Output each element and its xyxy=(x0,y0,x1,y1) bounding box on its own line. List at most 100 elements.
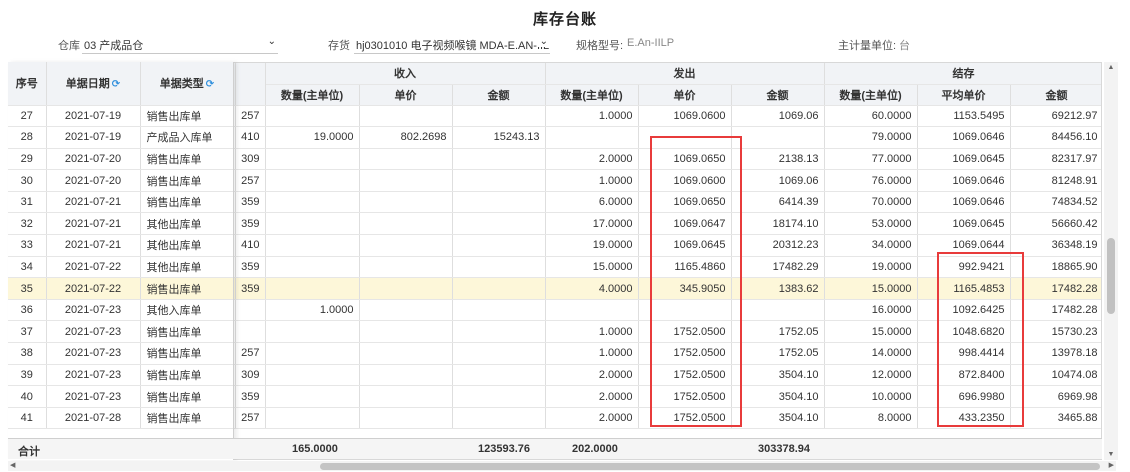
spec-label: 规格型号: xyxy=(576,40,624,52)
col-out-amount[interactable]: 金额 xyxy=(731,84,825,106)
scroll-left-icon[interactable]: ◀ xyxy=(10,461,15,469)
scroll-up-icon[interactable]: ▲ xyxy=(1104,64,1118,71)
cell-in-qty: 19.0000 xyxy=(265,126,360,149)
frozen-row[interactable]: 35 2021-07-22 销售出库单 xyxy=(8,277,233,300)
cell-bal-qty: 15.0000 xyxy=(824,320,918,344)
cell-code: 359 xyxy=(235,277,266,300)
frozen-row[interactable]: 31 2021-07-21 销售出库单 xyxy=(8,191,233,214)
vertical-scroll-thumb[interactable] xyxy=(1107,238,1115,314)
cell-out-amt: 3504.10 xyxy=(731,407,825,430)
cell-out-price: 1752.0500 xyxy=(638,385,732,408)
col-in-qty[interactable]: 数量(主单位) xyxy=(265,84,360,106)
totals-in-qty: 165.0000 xyxy=(292,443,338,455)
cell-out-price: 1069.0647 xyxy=(638,212,732,236)
chevron-down-icon: ⌄ xyxy=(267,36,276,47)
cell-bal-qty: 60.0000 xyxy=(824,105,918,128)
col-bal-qty[interactable]: 数量(主单位) xyxy=(824,84,918,106)
cell-bal-amt: 84456.10 xyxy=(1010,126,1101,149)
cell-bal-amt: 81248.91 xyxy=(1010,169,1101,192)
warehouse-select-value: 03 产成品仓 xyxy=(84,40,144,52)
vertical-scrollbar[interactable]: ▲ ▼ xyxy=(1104,62,1118,460)
cell-seq: 40 xyxy=(8,385,47,408)
cell-type: 其他出库单 xyxy=(140,234,233,257)
frozen-row[interactable]: 34 2021-07-22 其他出库单 xyxy=(8,256,233,279)
cell-in-amt xyxy=(452,212,546,236)
horizontal-scrollbar[interactable]: ◀ ▶ xyxy=(8,461,1116,471)
sort-icon[interactable]: ⟳ xyxy=(206,79,214,90)
col-in-price[interactable]: 单价 xyxy=(359,84,453,106)
cell-bal-qty: 10.0000 xyxy=(824,385,918,408)
frozen-row[interactable]: 29 2021-07-20 销售出库单 xyxy=(8,148,233,171)
horizontal-scroll-thumb[interactable] xyxy=(320,463,1100,470)
frozen-table: 序号 单据日期 ⟳ 单据类型 ⟳ 27 2021-07-19 销售出库单 28 2021-0… xyxy=(8,62,233,430)
col-in-amount[interactable]: 金额 xyxy=(452,84,546,106)
cell-bal-price: 1069.0646 xyxy=(917,169,1011,192)
cell-code: 257 xyxy=(235,169,266,192)
frozen-row[interactable]: 36 2021-07-23 其他入库单 xyxy=(8,299,233,322)
frozen-row[interactable]: 41 2021-07-28 销售出库单 xyxy=(8,407,233,430)
cell-bal-price: 1069.0645 xyxy=(917,148,1011,171)
cell-out-price: 1069.0600 xyxy=(638,169,732,192)
cell-in-amt xyxy=(452,407,546,430)
frozen-row[interactable]: 32 2021-07-21 其他出库单 xyxy=(8,212,233,236)
cell-bal-price: 433.2350 xyxy=(917,407,1011,430)
cell-date: 2021-07-20 xyxy=(46,169,141,192)
cell-seq: 36 xyxy=(8,299,47,322)
col-bal-amount[interactable]: 金额 xyxy=(1010,84,1101,106)
col-bal-avg-price[interactable]: 平均单价 xyxy=(917,84,1011,106)
col-out-price[interactable]: 单价 xyxy=(638,84,732,106)
unit-label: 主计量单位: xyxy=(838,40,897,52)
cell-bal-price: 1069.0644 xyxy=(917,234,1011,257)
totals-row: 合计 165.0000 123593.76 202.0000 303378.94 xyxy=(8,438,1102,459)
cell-bal-price: 1069.0646 xyxy=(917,126,1011,149)
frozen-row[interactable]: 38 2021-07-23 销售出库单 xyxy=(8,342,233,365)
cell-code: 410 xyxy=(235,126,266,149)
frozen-row[interactable]: 40 2021-07-23 销售出库单 xyxy=(8,385,233,408)
frozen-row[interactable]: 37 2021-07-23 销售出库单 xyxy=(8,320,233,344)
cell-in-amt xyxy=(452,364,546,387)
cell-bal-qty: 79.0000 xyxy=(824,126,918,149)
cell-bal-price: 1092.6425 xyxy=(917,299,1011,322)
cell-date: 2021-07-23 xyxy=(46,299,141,322)
cell-bal-qty: 70.0000 xyxy=(824,191,918,214)
group-balance: 结存 xyxy=(824,63,1101,85)
cell-out-qty: 17.0000 xyxy=(545,212,639,236)
col-header-seq[interactable]: 序号 xyxy=(8,62,47,106)
cell-out-amt xyxy=(731,299,825,322)
col-out-qty[interactable]: 数量(主单位) xyxy=(545,84,639,106)
frozen-row[interactable]: 33 2021-07-21 其他出库单 xyxy=(8,234,233,257)
spec-value: E.An-IILP xyxy=(627,37,675,49)
cell-out-price: 345.9050 xyxy=(638,277,732,300)
cell-out-qty: 6.0000 xyxy=(545,191,639,214)
cell-out-price: 1069.0650 xyxy=(638,191,732,214)
cell-date: 2021-07-23 xyxy=(46,364,141,387)
cell-in-price xyxy=(359,191,453,214)
frozen-row[interactable]: 28 2021-07-19 产成品入库单 xyxy=(8,126,233,149)
cell-in-qty xyxy=(265,212,360,236)
cell-code xyxy=(235,320,266,344)
frozen-row[interactable]: 27 2021-07-19 销售出库单 xyxy=(8,105,233,128)
cell-type: 销售出库单 xyxy=(140,320,233,344)
cell-date: 2021-07-21 xyxy=(46,234,141,257)
cell-seq: 34 xyxy=(8,256,47,279)
warehouse-select[interactable]: 03 产成品仓 ⌄ xyxy=(82,34,278,54)
scroll-right-icon[interactable]: ▶ xyxy=(1109,461,1114,469)
cell-out-amt: 1752.05 xyxy=(731,342,825,365)
cell-out-qty: 4.0000 xyxy=(545,277,639,300)
frozen-row[interactable]: 30 2021-07-20 销售出库单 xyxy=(8,169,233,192)
frozen-columns: 序号 单据日期 ⟳ 单据类型 ⟳ 27 2021-07-19 销售出库单 28 2021-0… xyxy=(8,62,234,460)
cell-in-qty xyxy=(265,105,360,128)
cell-bal-qty: 8.0000 xyxy=(824,407,918,430)
unit-value: 台 xyxy=(899,40,910,52)
scroll-down-icon[interactable]: ▼ xyxy=(1104,451,1118,458)
col-header-type[interactable]: 单据类型 ⟳ xyxy=(140,62,233,106)
item-select[interactable]: hj0301010 电子视频喉镜 MDA-E.AN-IILF ⌄ xyxy=(354,34,550,54)
frozen-row[interactable]: 39 2021-07-23 销售出库单 xyxy=(8,364,233,387)
cell-in-price xyxy=(359,385,453,408)
cell-in-qty xyxy=(265,191,360,214)
cell-in-qty xyxy=(265,407,360,430)
sort-icon[interactable]: ⟳ xyxy=(112,79,120,90)
cell-in-qty xyxy=(265,256,360,279)
col-header-date[interactable]: 单据日期 ⟳ xyxy=(46,62,141,106)
cell-in-amt: 15243.13 xyxy=(452,126,546,149)
